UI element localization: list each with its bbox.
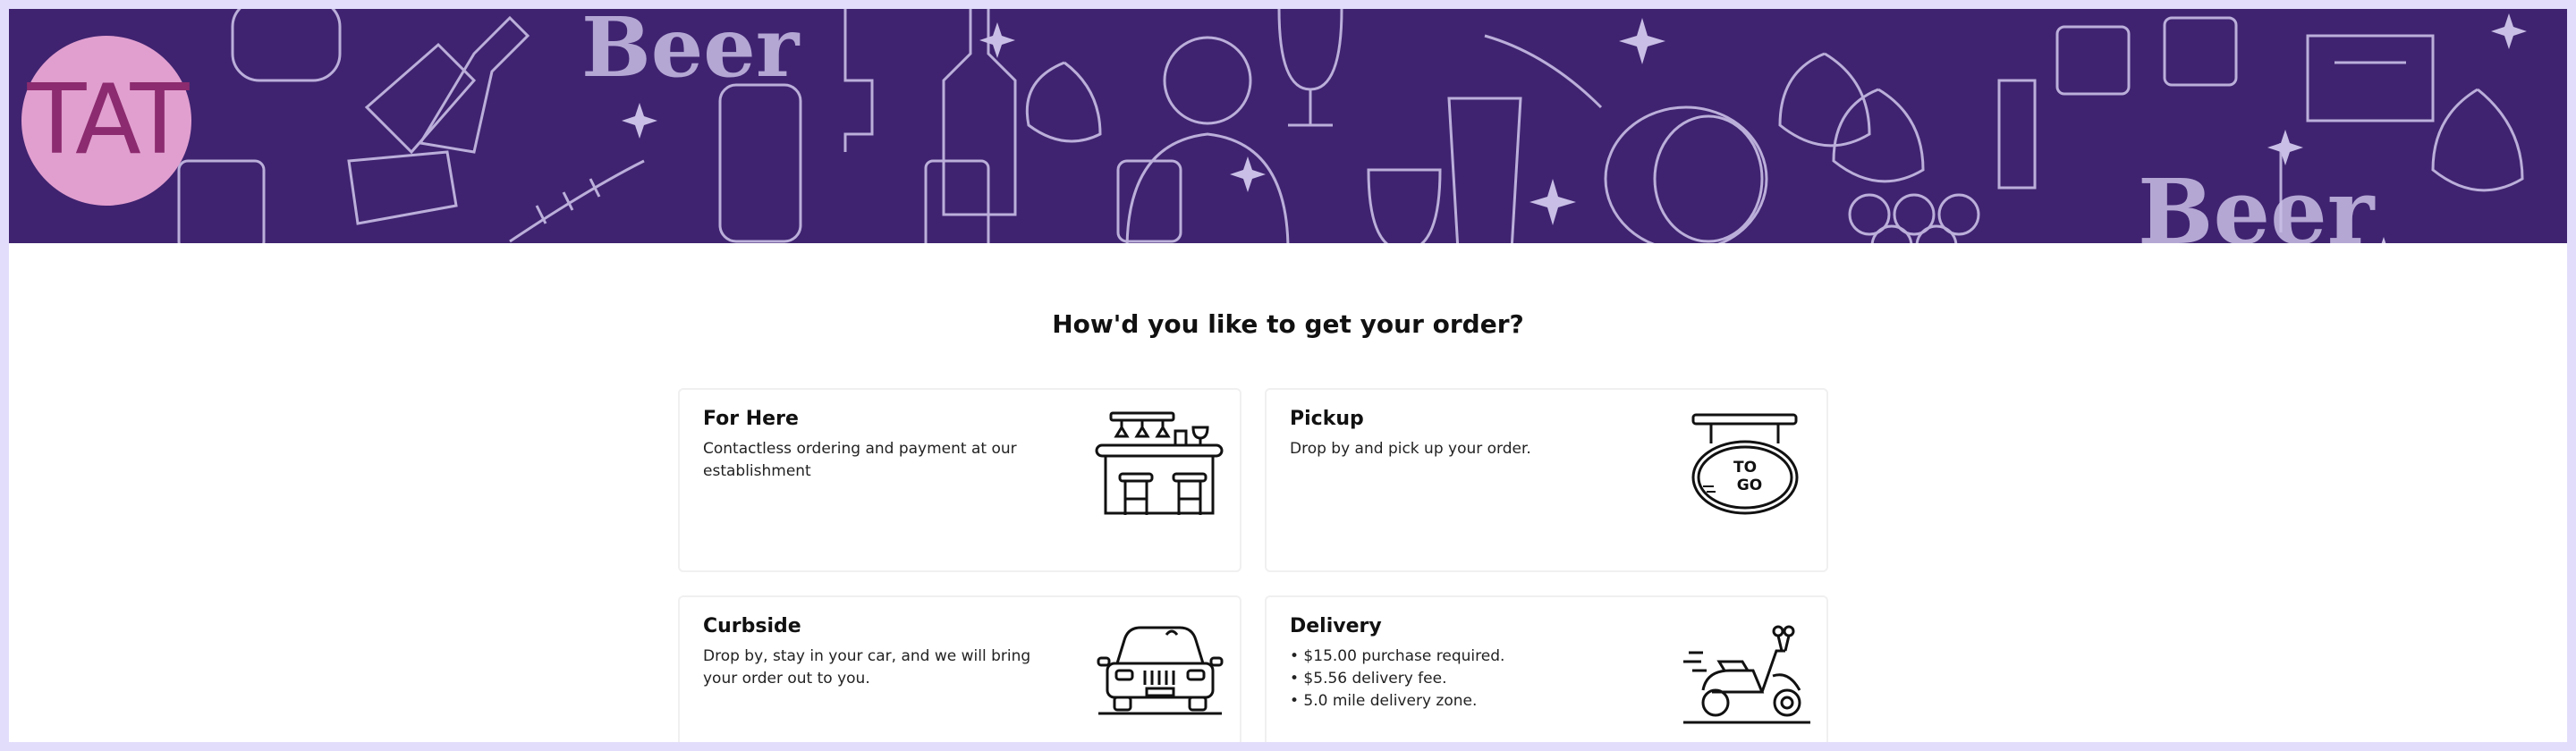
bar-counter-icon [1095,411,1224,515]
option-description: Drop by, stay in your car, and we will b… [703,647,1031,688]
delivery-detail-minimum: • $15.00 purchase required. [1290,647,1505,665]
page-title: How'd you like to get your order? [1052,309,1524,339]
to-go-sign-icon: TO GO [1691,413,1799,515]
option-card-delivery[interactable]: Delivery • $15.00 purchase required. • $… [1265,595,1828,742]
option-description: Contactless ordering and payment at our … [703,440,1017,480]
option-card-pickup[interactable]: Pickup Drop by and pick up your order. T… [1265,388,1828,572]
option-card-for-here[interactable]: For Here Contactless ordering and paymen… [678,388,1241,572]
scooter-icon [1683,625,1810,724]
option-title: Curbside [703,615,801,637]
beer-pattern-illustration: Beer Beer [177,9,2527,243]
page-frame: Beer Beer TAT How'd you like to get your… [9,9,2567,742]
option-card-curbside[interactable]: Curbside Drop by, stay in your car, and … [678,595,1241,742]
delivery-detail-fee: • $5.56 delivery fee. [1290,670,1447,688]
option-title: Pickup [1290,408,1364,430]
banner-word-beer-2: Beer [2138,159,2376,243]
banner-word-beer-1: Beer [581,9,801,96]
restaurant-logo[interactable]: TAT [21,36,191,206]
logo-text: TAT [27,64,189,176]
hero-banner: Beer Beer TAT [9,9,2567,243]
car-icon [1097,626,1224,715]
option-title: Delivery [1290,615,1382,637]
delivery-detail-zone: • 5.0 mile delivery zone. [1290,692,1478,710]
delivery-details-list: • $15.00 purchase required. • $5.56 deli… [1290,646,1648,713]
option-title: For Here [703,408,799,430]
option-description: Drop by and pick up your order. [1290,440,1531,458]
sign-text-go: GO [1737,477,1762,494]
sign-text-to: TO [1733,459,1757,477]
